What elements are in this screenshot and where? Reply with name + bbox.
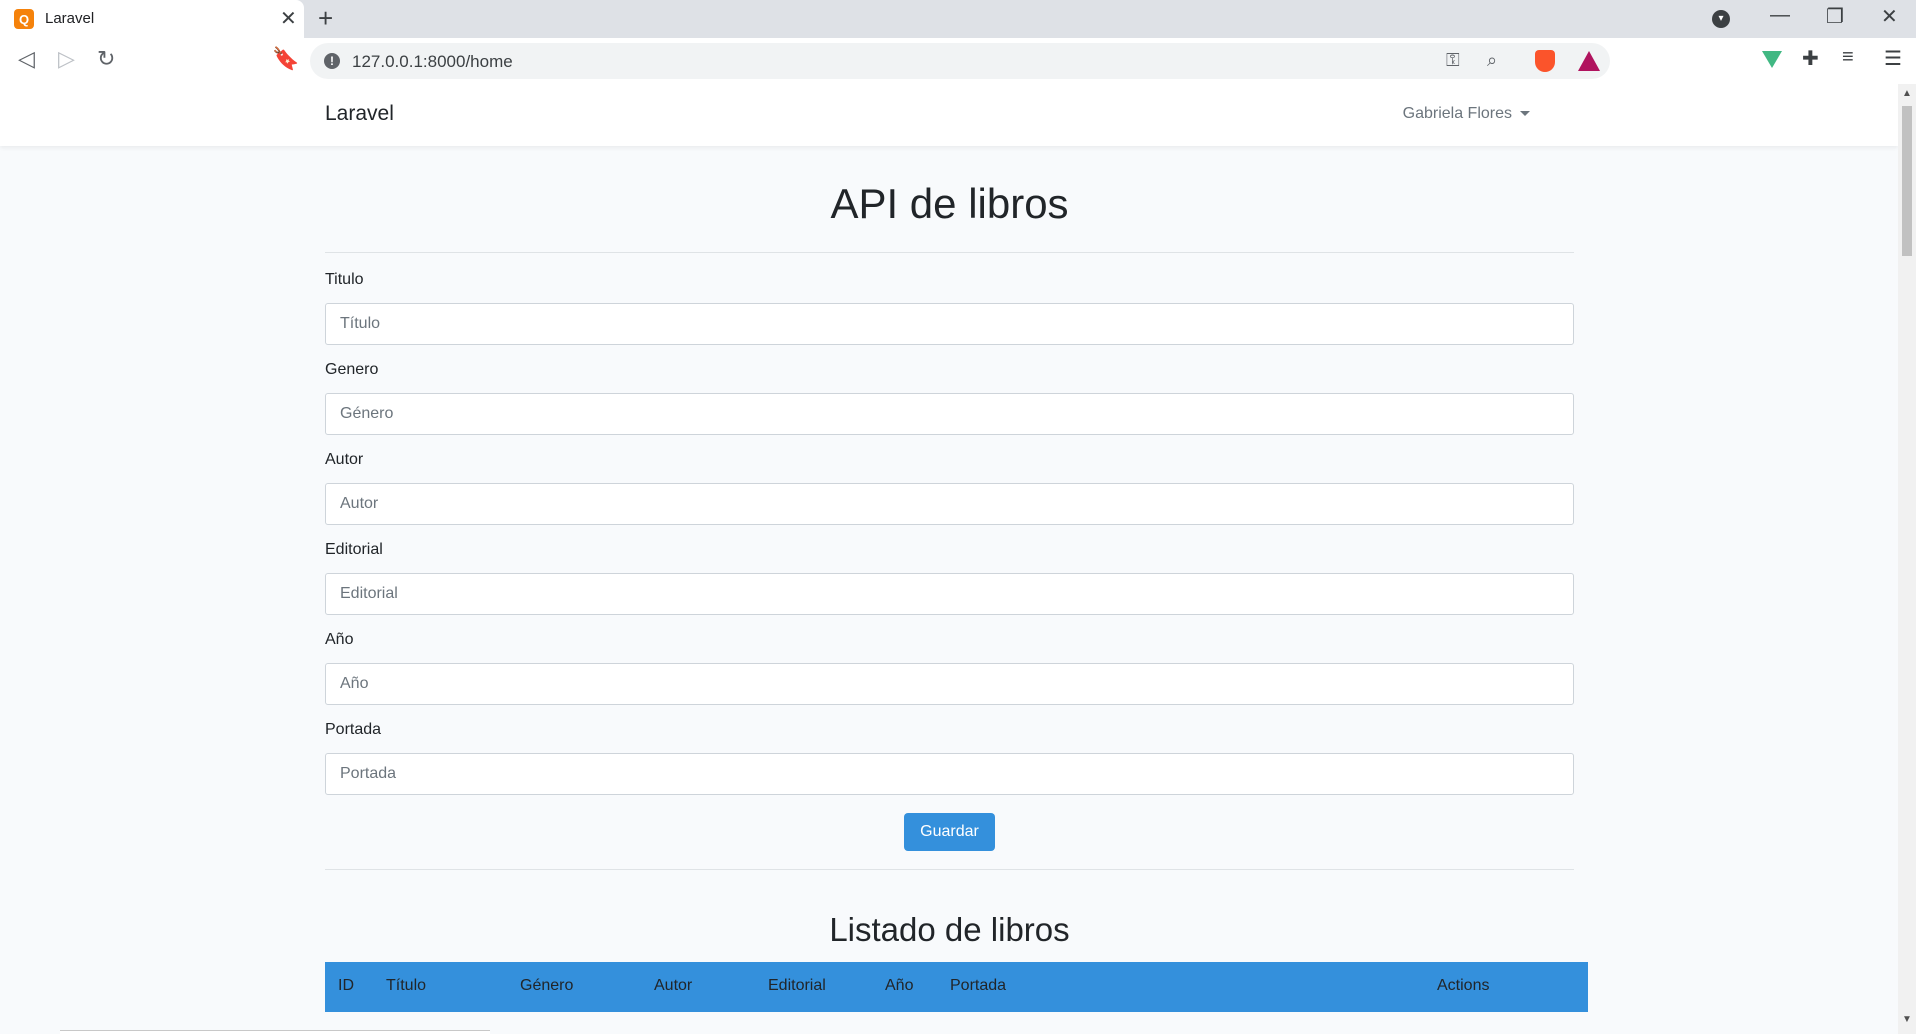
column-header-autor: Autor: [654, 977, 693, 994]
url-text[interactable]: 127.0.0.1:8000/home: [352, 52, 513, 72]
editorial-label: Editorial: [325, 541, 383, 558]
back-icon[interactable]: ◁: [18, 46, 35, 72]
autor-label: Autor: [325, 451, 364, 468]
vertical-scrollbar[interactable]: ▲ ▼: [1898, 84, 1916, 1034]
column-header-portada: Portada: [950, 977, 1007, 994]
tab-title: Laravel: [45, 10, 95, 27]
editorial-input[interactable]: [325, 573, 1574, 615]
form-group-portada: Portada: [325, 721, 1574, 795]
book-form: Titulo Genero Autor Editorial Año Portad…: [325, 271, 1574, 851]
brave-shields-icon[interactable]: [1535, 50, 1555, 72]
form-group-genero: Genero: [325, 361, 1574, 435]
browser-tab-bar: Q Laravel ✕ + ▾ — ❐ ✕: [0, 0, 1916, 38]
horizontal-scroll-edge: [60, 1030, 490, 1034]
column-header-titulo: Título: [386, 977, 427, 994]
extensions-icon[interactable]: ✚: [1802, 46, 1819, 71]
autor-input[interactable]: [325, 483, 1574, 525]
scrollbar-thumb[interactable]: [1902, 106, 1912, 256]
column-header-anio: Año: [885, 977, 914, 994]
menu-icon[interactable]: ☰: [1884, 46, 1902, 71]
new-tab-button[interactable]: +: [318, 3, 333, 34]
form-group-editorial: Editorial: [325, 541, 1574, 615]
column-header-genero: Género: [520, 977, 574, 994]
brave-rewards-icon[interactable]: [1578, 51, 1600, 71]
form-group-anio: Año: [325, 631, 1574, 705]
column-header-id: ID: [338, 977, 354, 994]
page-title: API de libros: [830, 180, 1069, 227]
bookmark-icon[interactable]: 🔖: [272, 46, 299, 72]
titulo-input[interactable]: [325, 303, 1574, 345]
close-window-icon[interactable]: ✕: [1881, 4, 1898, 29]
scroll-up-icon[interactable]: ▲: [1902, 88, 1912, 99]
media-controls-icon[interactable]: ≡: [1842, 46, 1854, 69]
restore-icon[interactable]: ❐: [1826, 4, 1844, 29]
close-tab-icon[interactable]: ✕: [280, 6, 297, 31]
scroll-down-icon[interactable]: ▼: [1902, 1014, 1912, 1025]
anio-label: Año: [325, 631, 354, 648]
anio-input[interactable]: [325, 663, 1574, 705]
user-dropdown[interactable]: Gabriela Flores: [1403, 105, 1530, 123]
browser-tab[interactable]: Q Laravel ✕: [0, 0, 304, 38]
page-viewport: Laravel Gabriela Flores API de libros Ti…: [0, 84, 1898, 1034]
titulo-label: Titulo: [325, 271, 364, 288]
key-icon[interactable]: ⚿: [1446, 50, 1460, 71]
vue-devtools-icon[interactable]: [1762, 51, 1782, 68]
address-bar[interactable]: ! 127.0.0.1:8000/home ⚿ ⌕: [310, 43, 1610, 79]
column-header-editorial: Editorial: [768, 977, 826, 994]
portada-label: Portada: [325, 721, 382, 738]
divider: [325, 252, 1574, 253]
user-name: Gabriela Flores: [1402, 105, 1512, 122]
navbar-brand[interactable]: Laravel: [325, 102, 394, 126]
button-row: Guardar: [325, 811, 1574, 851]
form-group-autor: Autor: [325, 451, 1574, 525]
column-header-actions: Actions: [1437, 977, 1490, 994]
genero-label: Genero: [325, 361, 379, 378]
guardar-button[interactable]: Guardar: [904, 813, 995, 851]
app-navbar: Laravel Gabriela Flores: [0, 84, 1898, 146]
list-title: Listado de libros: [829, 911, 1070, 948]
tab-search-icon[interactable]: ▾: [1712, 10, 1730, 28]
zoom-icon[interactable]: ⌕: [1487, 50, 1497, 71]
browser-toolbar: ◁ ▷ ↻ 🔖 ! 127.0.0.1:8000/home ⚿ ⌕ ✚ ≡ ☰: [0, 38, 1916, 85]
reload-icon[interactable]: ↻: [97, 46, 115, 72]
genero-input[interactable]: [325, 393, 1574, 435]
site-info-icon[interactable]: !: [324, 53, 340, 69]
books-table-header: ID Título Género Autor Editorial Año Por…: [325, 962, 1588, 1012]
laravel-favicon-icon: Q: [14, 9, 34, 29]
minimize-icon[interactable]: —: [1770, 4, 1790, 27]
forward-icon[interactable]: ▷: [58, 46, 75, 72]
caret-down-icon: [1520, 111, 1530, 117]
portada-input[interactable]: [325, 753, 1574, 795]
form-group-titulo: Titulo: [325, 271, 1574, 345]
main-content: API de libros Titulo Genero Autor Editor…: [325, 146, 1588, 1012]
